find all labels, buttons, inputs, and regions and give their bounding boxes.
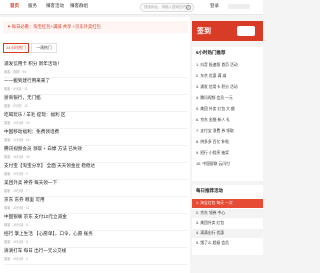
hot-item[interactable]: 8. 拼多多 百亿 补贴 [196,140,229,145]
post-item[interactable]: 吃喝玩乐 / 羊毛 提现：福利 区 赚客 · 10分钟 · 20 [4,112,188,129]
top-nav: 首页 服务 赚客活动 赚客群组 搜索网址，请输入搜索的内容 登录 [0,0,263,15]
banner-badge [237,26,255,36]
post-title[interactable]: 支付宝【淘宝分享】 全面 天天领金豆 稳稳达 [4,163,95,169]
post-item[interactable]: 招行 掌上生活 【心愿单】，口令，心愿 账务 赚客 · 40分钟 · 8 [4,231,188,248]
post-meta: 赚客 · 36分钟 · 6 [4,223,28,227]
post-meta: 赚客 · 25分钟 · 7 [4,189,28,193]
post-title[interactable]: 滴滴打车 每日 出行一元公交线 [4,248,66,254]
post-item[interactable]: 京东 东券 哪里 可用 赚客 · 30分钟 · 11 [4,197,188,214]
signin-banner[interactable]: 签到 [192,21,263,41]
notice-banner[interactable]: ✦ 每日必看：淘宝红包+满减 共享 +京东外卖红包 [3,21,188,33]
post-meta: 赚客 · 8分钟 · 12 [4,104,28,108]
notice-text: ✦ 每日必看：淘宝红包+满减 共享 +京东外卖红包 [7,24,101,29]
post-item[interactable]: 浙商银行，无门槛 赚客 · 8分钟 · 12 [4,95,188,112]
nav-home[interactable]: 首页 [10,3,19,9]
activity-item[interactable]: 5. 饿了么 超级 会员 [192,239,263,248]
post-item[interactable]: 美团外卖 神券 每天领一下 赚客 · 25分钟 · 7 [4,180,188,197]
nav-services[interactable]: 服务 [28,3,37,9]
login-link[interactable]: 登录 [210,3,219,9]
post-meta: 赚客 · 12分钟 · 15 [4,138,30,142]
post-meta: 赚客 · 45分钟 · 3 [4,257,28,261]
post-meta: 赚客 · 刚刚 · 56 [4,70,26,74]
hot-item[interactable]: 5. 美团 外卖 红包 大 额 [196,107,235,112]
tab-week[interactable]: 一周热门 [31,43,57,53]
post-item[interactable]: 腾讯视频会员 领取 + 白嫖 方法 已失效 赚客 · 16分钟 · 43 [4,146,188,163]
post-title[interactable]: 中国银联 京东 支付10元立减金 [4,214,67,220]
search-icon[interactable] [186,5,191,10]
hot-item[interactable]: 2. 东京 优惠 满 减 [196,74,226,79]
activity-title: 每日推荐活动 [196,188,223,193]
post-meta: 赚客 · 16分钟 · 43 [4,155,30,159]
nav-groups[interactable]: 赚客群组 [70,3,88,9]
post-title[interactable]: 招行 掌上生活 【心愿单】，口令，心愿 账务 [4,231,93,237]
post-meta: 赚客 · 5分钟 · 31 [4,87,28,91]
hot-item[interactable]: 4. 腾讯视频 会员 一元 [196,96,233,101]
tab-24h[interactable]: 24小时热门 [3,43,29,53]
post-meta: 赚客 · 40分钟 · 8 [4,240,28,244]
banner-text: 签到 [197,28,211,35]
post-item[interactable]: 支付宝【淘宝分享】 全面 天天领金豆 稳稳达 赚客 · 20分钟 · 9 [4,163,188,180]
post-item[interactable]: 浦发信用卡 积分 新年活动！ 赚客 · 刚刚 · 56 [4,61,188,78]
post-meta: 赚客 · 30分钟 · 11 [4,206,30,210]
search-box[interactable]: 搜索网址，请输入搜索的内容 [140,3,194,12]
hot-item[interactable]: 6. 京东 金融 新人 礼 [196,118,230,123]
activity-item[interactable]: 4. 滴滴出行 优惠 [192,229,263,238]
post-title[interactable]: 美团外卖 神券 每天领一下 [4,180,57,186]
post-item[interactable]: 中国银联 京东 支付10元立减金 赚客 · 36分钟 · 6 [4,214,188,231]
post-title[interactable]: 浦发信用卡 积分 新年活动！ [4,61,62,67]
post-title[interactable]: 吃喝玩乐 / 羊毛 提现：福利 区 [4,112,66,118]
activity-panel: 每日推荐活动 1. 淘宝红包 每天 一次 2. 京东 领券 中心 3. 美团外卖… [192,185,263,255]
activity-item[interactable]: 2. 京东 领券 中心 [192,209,263,218]
post-title[interactable]: 浙商银行，无门槛 [4,95,41,101]
activity-item[interactable]: 1. 淘宝红包 每天 一次 [192,199,263,208]
post-item[interactable]: 一一搬到建行用来来了 赚客 · 5分钟 · 31 [4,78,188,95]
nav-events[interactable]: 赚客活动 [46,3,64,9]
post-title[interactable]: 京东 东券 哪里 可用 [4,197,45,203]
hot-item[interactable]: 10. 中国银联 云闪付 [196,162,230,167]
post-item[interactable]: 滴滴打车 每日 出行一元公交线 赚客 · 45分钟 · 3 [4,248,188,265]
main-column: ✦ 每日必看：淘宝红包+满减 共享 +京东外卖红包 24小时热门 一周热门 浦发… [0,17,190,273]
hot-item[interactable]: 1. 抖音 极速版 首页 活动 [196,63,238,68]
hot-item[interactable]: 7. 支付宝 消费 券 领取 [196,129,234,134]
hot-item[interactable]: 9. 招行 小程序 抽奖 [196,151,229,156]
user-bar[interactable] [228,4,250,9]
search-placeholder: 搜索网址，请输入搜索的内容 [144,5,190,9]
right-sidebar: 签到 6小时热门推荐 1. 抖音 极速版 首页 活动 2. 东京 优惠 满 减 … [192,17,263,273]
post-meta: 赚客 · 20分钟 · 9 [4,172,28,176]
post-meta: 赚客 · 10分钟 · 20 [4,121,30,125]
hot-title: 6小时热门推荐 [196,50,226,55]
activity-item[interactable]: 3. 美团外卖 红包 [192,219,263,228]
hot-item[interactable]: 3. 浦发 信用卡 积分 活动 [196,85,238,90]
post-item[interactable]: 中国移动福利：免费领话费 赚客 · 12分钟 · 15 [4,129,188,146]
post-title[interactable]: 腾讯视频会员 领取 + 白嫖 方法 已失效 [4,146,82,152]
hot-panel: 6小时热门推荐 1. 抖音 极速版 首页 活动 2. 东京 优惠 满 减 3. … [192,47,263,181]
post-title[interactable]: 中国移动福利：免费领话费 [4,129,59,135]
post-title[interactable]: 一一搬到建行用来来了 [4,78,50,84]
